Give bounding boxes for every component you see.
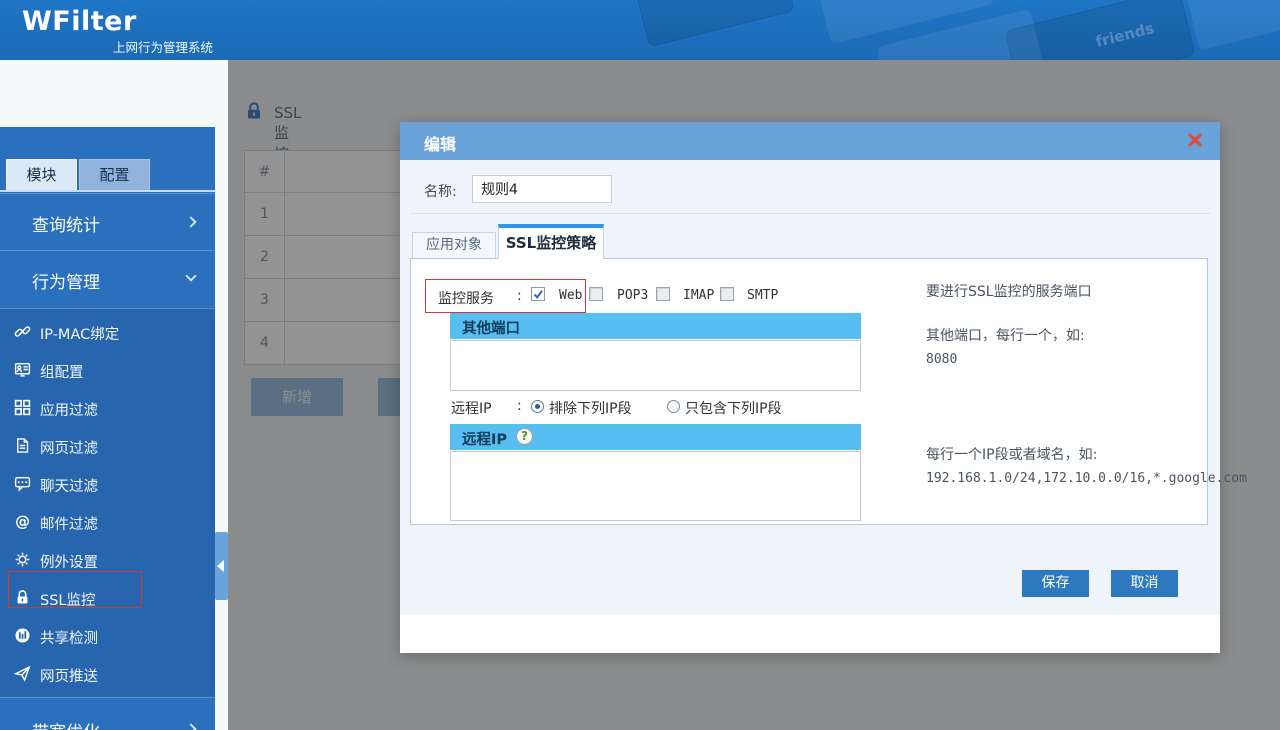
dialog-title: 编辑 [424,131,456,155]
link-icon [14,323,31,340]
hint-other-ports: 其他端口，每行一个，如: [926,325,1085,345]
other-ports-header: 其他端口 [462,317,520,338]
sidebar-item-label: 组配置 [40,361,84,382]
paper-plane-icon [14,665,31,682]
sidebar-submenu: IP-MAC绑定 组配置 应用过滤 [0,308,215,697]
keyboard-key-decoration [635,0,795,47]
share-detect-icon [14,627,31,644]
checkbox-web[interactable] [531,287,545,301]
dialog-footer [400,615,1220,653]
at-icon: @ [14,513,31,530]
sidebar-collapse-handle[interactable] [215,532,228,600]
chat-icon [14,475,31,492]
sidebar-item-label: 网页推送 [40,665,98,686]
ssl-monitor-highlight-box [8,571,142,608]
cancel-button[interactable]: 取消 [1111,570,1178,597]
save-button[interactable]: 保存 [1022,570,1089,597]
sidebar-item-label: 邮件过滤 [40,513,98,534]
sidebar-tab-config[interactable]: 配置 [79,159,150,190]
radio-exclude-ip[interactable] [531,400,544,413]
name-label: 名称: [424,181,457,201]
help-icon[interactable]: ? [516,428,533,445]
sidebar-tab-underline [0,190,215,192]
chevron-right-icon [185,216,196,227]
chevron-right-icon [185,723,196,730]
dialog-header: 编辑 [400,122,1220,160]
remote-ip-colon: : [517,398,522,414]
name-input[interactable] [472,175,612,203]
app-subtitle: 上网行为管理系统 [113,37,213,56]
app-window: friends WFilter 上网行为管理系统 模块 配置 查询统计 行为管理 [0,0,1280,730]
checkbox-imap[interactable] [656,287,670,301]
group-icon [14,361,31,378]
apps-grid-icon [14,399,31,416]
sidebar-item-app-filter[interactable]: 应用过滤 [0,389,215,427]
sidebar-item-share-detect[interactable]: 共享检测 [0,617,215,655]
top-banner: friends WFilter 上网行为管理系统 [0,0,1280,60]
chevron-left-icon [217,560,224,572]
chevron-down-icon [185,270,196,281]
sidebar-item-label: 例外设置 [40,551,98,572]
hint-other-ports-example: 8080 [926,352,957,367]
sidebar-item-web-push[interactable]: 网页推送 [0,655,215,693]
sidebar-item-group-config[interactable]: 组配置 [0,351,215,389]
sidebar-item-label: 聊天过滤 [40,475,98,496]
left-column: 模块 配置 查询统计 行为管理 IP-MAC绑定 [0,60,228,730]
sidebar-tab-modules[interactable]: 模块 [6,159,77,190]
sidebar: 模块 配置 查询统计 行为管理 IP-MAC绑定 [0,127,215,730]
radio-label-include-only[interactable]: 只包含下列IP段 [685,398,782,418]
remote-ip-header: 远程IP [462,428,507,449]
radio-include-only-ip[interactable] [667,400,680,413]
checkbox-smtp[interactable] [720,287,734,301]
checkbox-label-web[interactable]: Web [559,288,582,303]
sidebar-item-chat-filter[interactable]: 聊天过滤 [0,465,215,503]
webpage-icon [14,437,31,454]
sidebar-item-web-filter[interactable]: 网页过滤 [0,427,215,465]
name-field-row: 名称: [410,166,1210,214]
remote-ip-label: 远程IP [451,398,492,418]
sidebar-group-label: 带宽优化 [32,718,100,730]
sidebar-item-label: 网页过滤 [40,437,98,458]
other-ports-textarea[interactable] [450,340,861,391]
hint-remote-ip: 每行一个IP段或者域名，如: [926,444,1097,464]
remote-ip-section-bar: 远程IP ? [450,424,861,450]
svg-text:@: @ [15,513,30,530]
edit-dialog: 编辑 名称: 应用对象 SSL监控策略 监控服务 : Web POP3 IMAP [400,122,1220,653]
hint-service-ports: 要进行SSL监控的服务端口 [926,281,1092,301]
sidebar-item-ip-mac-binding[interactable]: IP-MAC绑定 [0,313,215,351]
sidebar-item-label: IP-MAC绑定 [40,323,119,344]
tab-ssl-monitor-policy[interactable]: SSL监控策略 [498,224,604,259]
checkbox-pop3[interactable] [589,287,603,301]
monitor-service-label: 监控服务 [438,288,494,308]
tab-panel: 监控服务 : Web POP3 IMAP SMTP 其他端口 远程IP : 排除… [410,258,1208,525]
remote-ip-textarea[interactable] [450,451,861,521]
monitor-service-colon: : [517,288,522,304]
sidebar-item-label: 应用过滤 [40,399,98,420]
checkbox-label-imap[interactable]: IMAP [683,288,714,303]
sidebar-group-label: 行为管理 [32,268,100,293]
keyboard-key-decoration [1185,0,1280,52]
radio-label-exclude[interactable]: 排除下列IP段 [549,398,632,418]
sidebar-group-label: 查询统计 [32,211,100,236]
checkbox-label-pop3[interactable]: POP3 [617,288,648,303]
tab-apply-target[interactable]: 应用对象 [412,232,496,259]
sidebar-group-bandwidth[interactable]: 带宽优化 [0,697,215,730]
sidebar-item-mail-filter[interactable]: @ 邮件过滤 [0,503,215,541]
sidebar-group-query-stats[interactable]: 查询统计 [0,193,215,251]
gear-icon [14,551,31,568]
hint-remote-ip-example: 192.168.1.0/24,172.10.0.0/16,*.google.co… [926,471,1247,486]
checkbox-label-smtp[interactable]: SMTP [747,288,778,303]
sidebar-group-behavior-mgmt[interactable]: 行为管理 [0,250,215,308]
close-icon[interactable] [1186,131,1204,149]
other-ports-section-bar: 其他端口 [450,313,861,339]
app-logo: WFilter [22,6,137,37]
sidebar-item-label: 共享检测 [40,627,98,648]
